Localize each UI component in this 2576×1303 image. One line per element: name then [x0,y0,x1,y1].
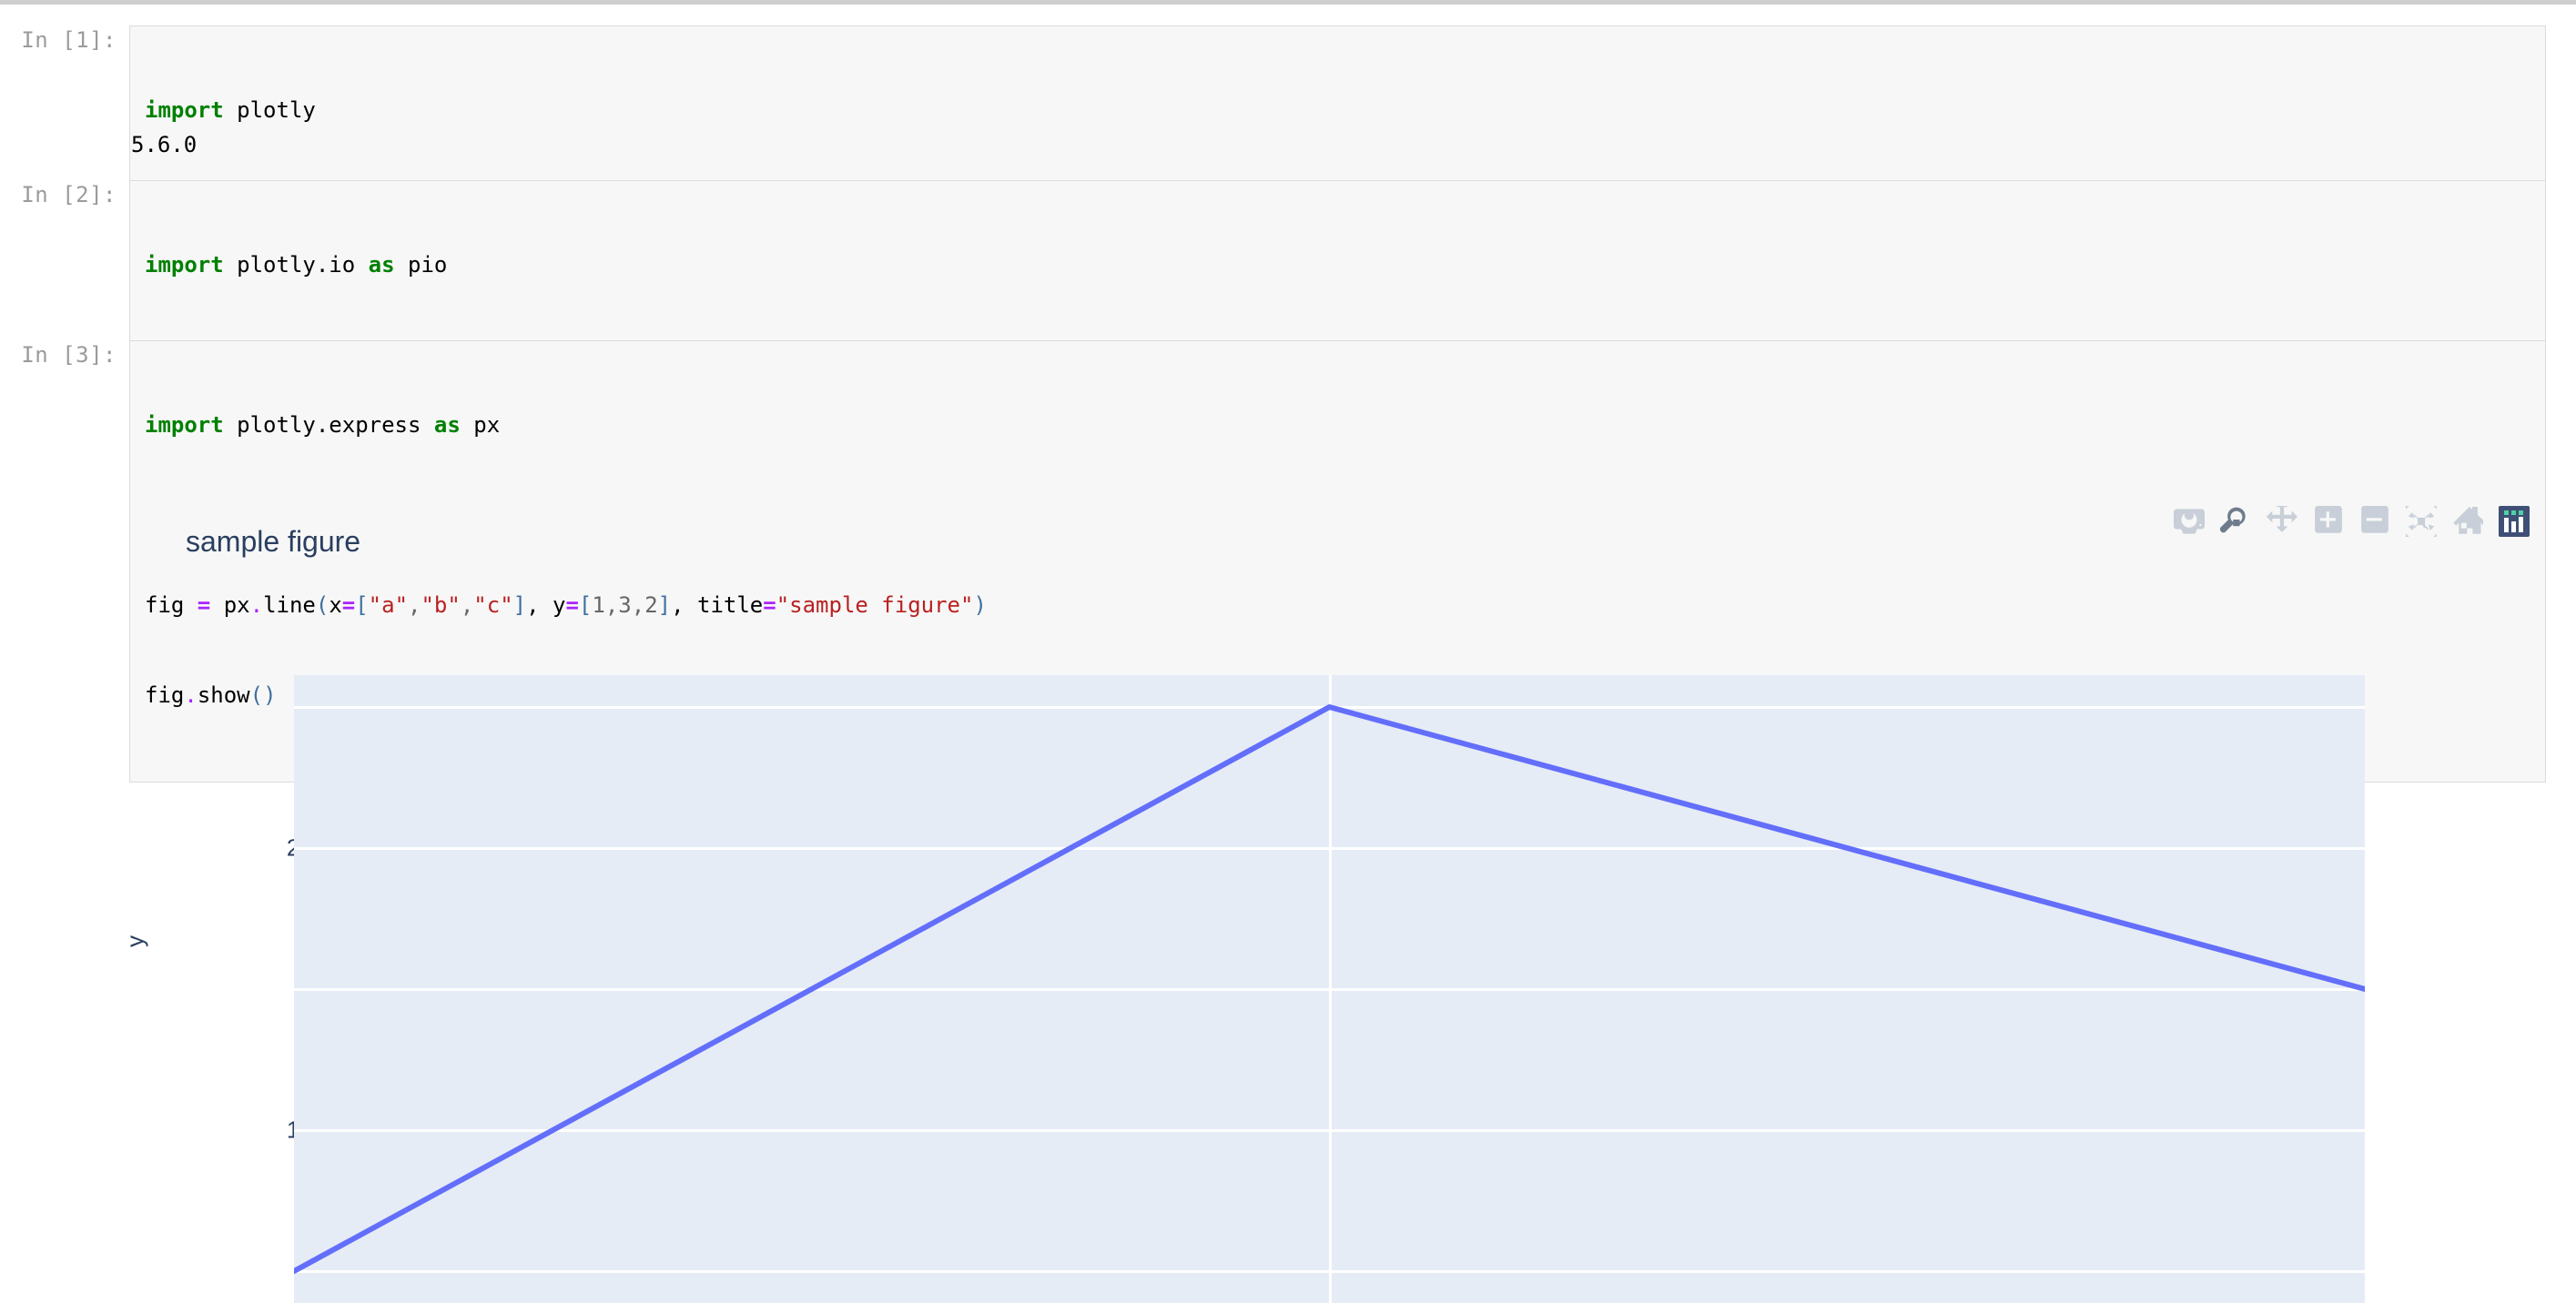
code-token: plotly.express [223,412,434,438]
zoom-icon[interactable] [2217,503,2254,540]
input-prompt-1: In [1]: [21,27,117,53]
code-token: pio [394,252,448,278]
zoom-in-icon[interactable] [2310,503,2347,540]
code-token: plotly.io [223,252,369,278]
plotly-figure-output[interactable]: sample figure y 32.521.51 [121,482,2549,1303]
code-token: px [460,412,501,438]
plot-area[interactable] [294,675,2365,1303]
code-token: import [145,412,224,438]
trace-line [294,707,2365,1271]
pan-icon[interactable] [2264,503,2300,540]
notebook-page: In [1]: import plotly print(plotly.__ver… [0,0,2576,1303]
code-line: import plotly.express as px [145,410,2530,440]
reset-axes-home-icon[interactable] [2449,503,2486,540]
code-token: plotly [223,97,316,123]
line-trace [294,675,2365,1303]
autoscale-icon[interactable] [2403,503,2439,540]
chart-title: sample figure [186,525,361,558]
input-prompt-3: In [3]: [21,342,117,368]
input-prompt-2: In [2]: [21,182,117,207]
plotly-modebar[interactable] [2171,499,2532,544]
code-line: import plotly.io as pio [145,250,2530,280]
plotly-logo-icon[interactable] [2496,503,2532,540]
download-plot-as-png-icon[interactable] [2171,503,2207,540]
code-token: import [145,252,224,278]
stdout-output-1: 5.6.0 [131,132,198,157]
y-axis-title: y [121,935,148,947]
code-line: import plotly [145,96,2530,126]
top-chrome-strip [0,0,2576,5]
code-token: as [368,252,395,278]
code-token: as [433,412,461,438]
zoom-out-icon[interactable] [2357,503,2393,540]
code-token: import [145,97,224,123]
notebook-cell-1-output: 5.6.0 [0,130,2576,160]
